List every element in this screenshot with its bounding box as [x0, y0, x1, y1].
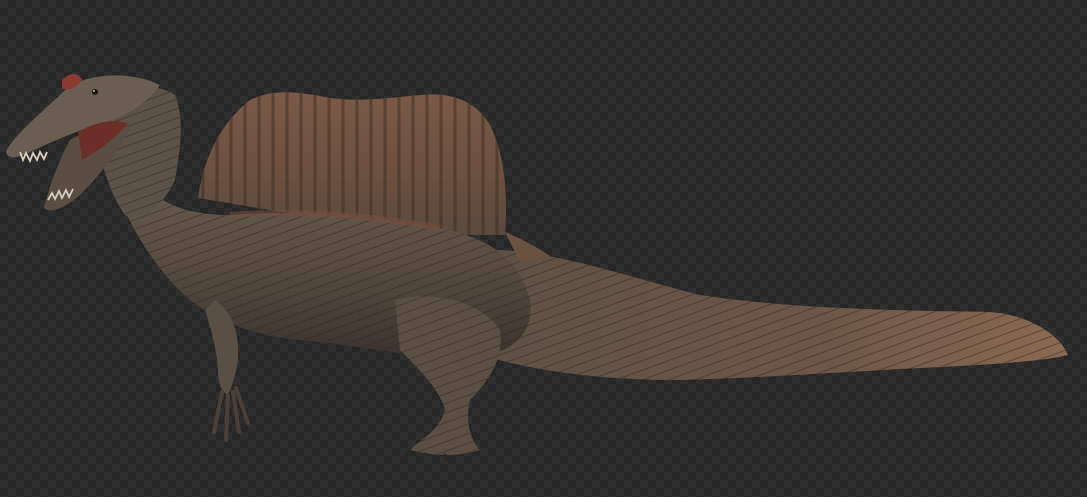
spinosaurus-icon [6, 74, 1068, 463]
hind-leg [395, 296, 501, 463]
canvas-background [0, 0, 1087, 497]
tail [470, 232, 1068, 380]
head [6, 74, 181, 219]
